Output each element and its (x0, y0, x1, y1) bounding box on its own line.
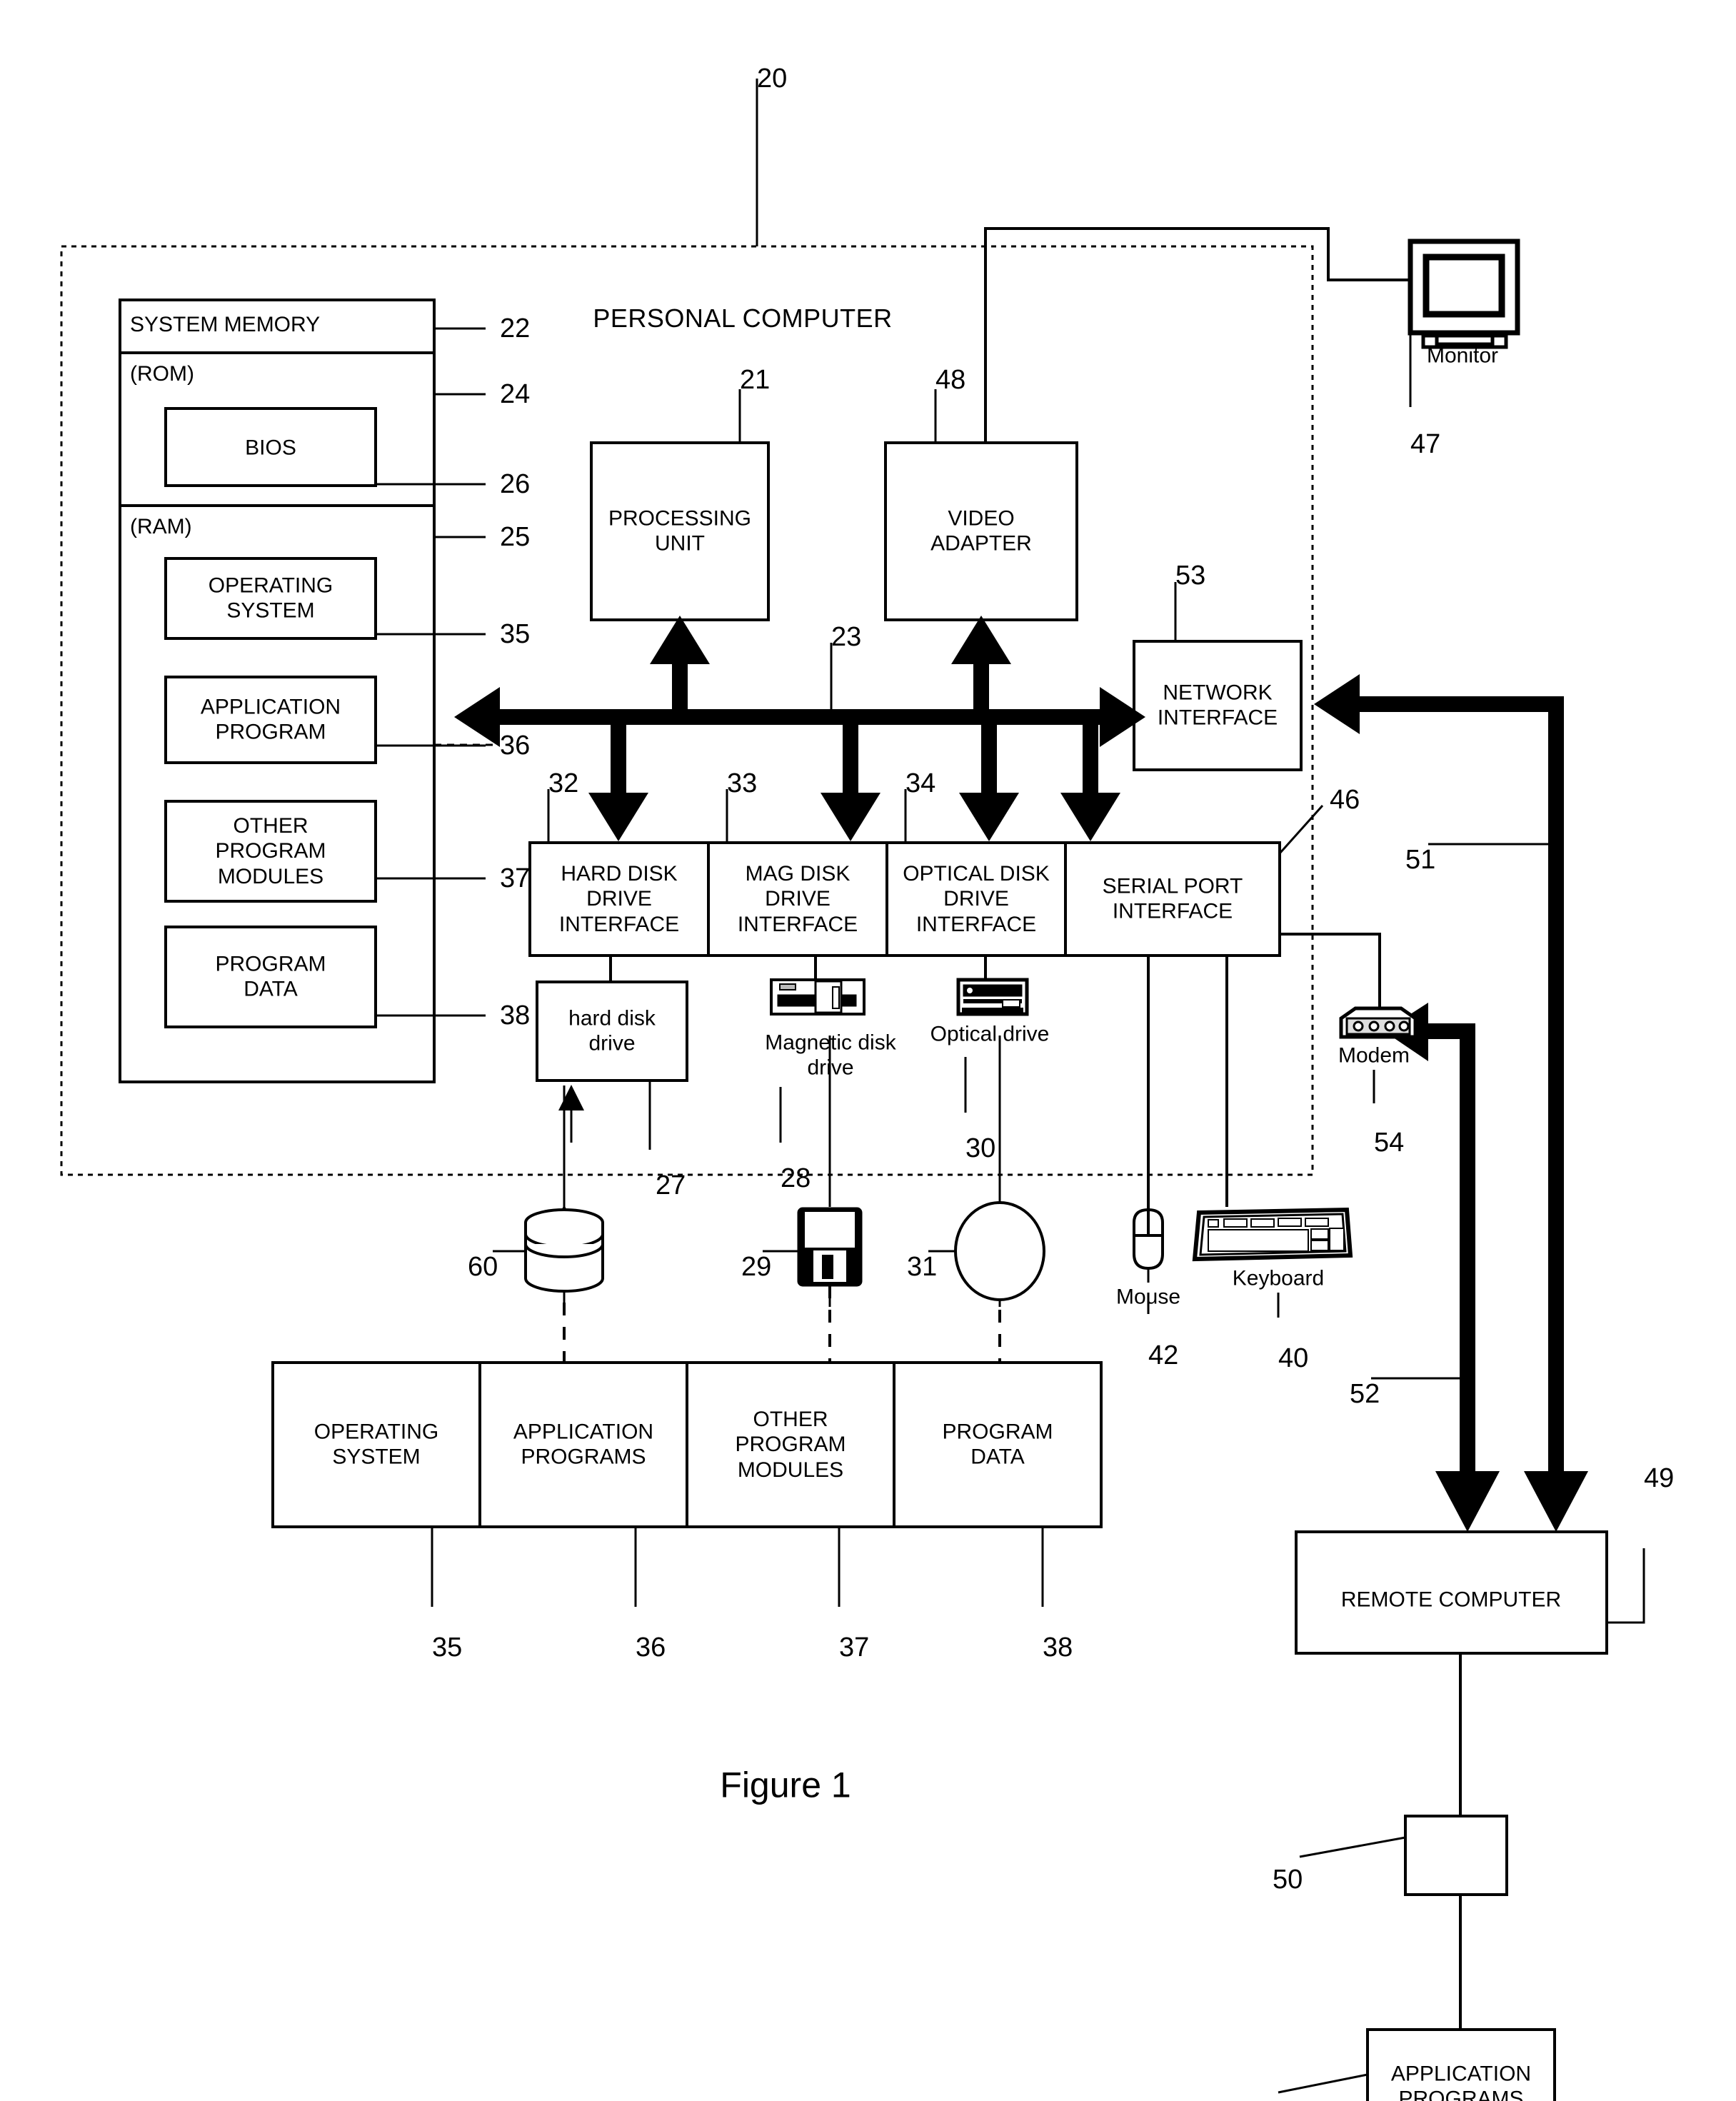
keyboard-label: Keyboard (1232, 1266, 1325, 1290)
wan-vertical-bar (1460, 1039, 1475, 1503)
ref-20: 20 (757, 64, 788, 94)
leader-36-remote (1278, 2073, 1368, 2094)
ref-33: 33 (727, 768, 758, 798)
serial-port-interface-label: SERIAL PORT INTERFACE (1102, 874, 1243, 923)
storage-cell-other-program-modules: OTHER PROGRAM MODULES (735, 1407, 846, 1482)
system-bus-bar (471, 709, 1128, 725)
ref-38-memory: 38 (500, 1001, 531, 1031)
page-title: PERSONAL COMPUTER (593, 304, 893, 333)
ref-25: 25 (500, 522, 531, 552)
ref-46: 46 (1330, 785, 1360, 815)
magnetic-disk-drive-icon (770, 978, 866, 1016)
patent-figure-page: 20 PERSONAL COMPUTER SYSTEM MEMORY 22 (R… (0, 0, 1736, 2101)
floppy-disk-icon (797, 1207, 863, 1287)
optical-disc-icon (954, 1201, 1045, 1301)
system-memory-header: SYSTEM MEMORY (130, 313, 321, 336)
monitor-label: Monitor (1426, 344, 1499, 368)
ref-47: 47 (1410, 429, 1441, 459)
bus-branch-hdd-stem (611, 723, 626, 795)
bus-branch-cpu-arrow (650, 616, 710, 664)
ref-51: 51 (1405, 845, 1436, 875)
optical-drive-label: Optical drive (930, 1022, 1050, 1046)
lan-horizontal-bar (1343, 696, 1557, 712)
hard-disk-drive-label: hard disk drive (568, 1006, 656, 1055)
leader-50 (1299, 1836, 1406, 1858)
ref-35-table: 35 (432, 1633, 463, 1663)
leader-46 (1278, 804, 1324, 855)
bus-branch-serial-arrow (1060, 793, 1120, 841)
storage-cell-application-programs: APPLICATION PROGRAMS (513, 1420, 654, 1469)
figure-caption: Figure 1 (720, 1765, 851, 1805)
network-interface-label: NETWORK INTERFACE (1157, 681, 1278, 730)
memory-item-operating-system: OPERATING SYSTEM (208, 573, 333, 623)
bus-branch-opt-stem (981, 723, 997, 795)
lan-arrow-into-remote (1524, 1471, 1588, 1532)
monitor-icon (1408, 239, 1520, 349)
ref-34: 34 (905, 768, 936, 798)
ref-31: 31 (907, 1252, 938, 1282)
ref-52: 52 (1350, 1379, 1380, 1409)
ref-48: 48 (935, 365, 966, 395)
magnetic-disk-drive-label: Magnetic disk drive (765, 1031, 896, 1080)
ref-27: 27 (656, 1170, 686, 1200)
ref-49: 49 (1644, 1463, 1675, 1493)
ref-36-table: 36 (636, 1633, 666, 1663)
ref-24: 24 (500, 379, 531, 409)
hard-disk-drive-interface-label: HARD DISK DRIVE INTERFACE (558, 861, 680, 936)
ref-36-memory: 36 (500, 731, 531, 761)
hard-disk-platter-icon (524, 1208, 604, 1293)
ram-label: (RAM) (130, 515, 192, 538)
ref-32: 32 (548, 768, 579, 798)
ref-38-table: 38 (1043, 1633, 1073, 1663)
ref-23: 23 (831, 622, 862, 652)
memory-item-program-data: PROGRAM DATA (215, 952, 326, 1001)
remote-storage-box (1404, 1815, 1508, 1896)
modem-label: Modem (1338, 1043, 1410, 1068)
ref-28: 28 (781, 1163, 811, 1193)
memory-item-other-program-modules: OTHER PROGRAM MODULES (215, 813, 326, 888)
mouse-label: Mouse (1115, 1285, 1181, 1309)
ref-53: 53 (1175, 561, 1206, 591)
ref-30: 30 (965, 1133, 996, 1163)
wan-arrow-into-remote-2 (1435, 1471, 1500, 1532)
modem-icon (1339, 1006, 1418, 1039)
optical-drive-icon (956, 978, 1029, 1016)
bus-branch-video-arrow (951, 616, 1011, 664)
bus-branch-opt-arrow (959, 793, 1019, 841)
remote-application-programs-label: APPLICATION PROGRAMS (1390, 2062, 1532, 2101)
ref-21: 21 (740, 365, 771, 395)
bus-branch-hdd-arrow (588, 793, 648, 841)
ref-60: 60 (468, 1252, 498, 1282)
ref-54: 54 (1374, 1128, 1405, 1158)
memory-item-application-program: APPLICATION PROGRAM (200, 695, 341, 744)
leader-49 (1607, 1548, 1645, 1624)
bus-branch-mag-stem (843, 723, 858, 795)
ref-40: 40 (1278, 1343, 1309, 1373)
ref-22: 22 (500, 314, 531, 344)
mag-disk-drive-interface-label: MAG DISK DRIVE INTERFACE (737, 861, 858, 936)
bus-arrow-left (454, 687, 500, 747)
video-to-monitor-line (984, 227, 1410, 443)
ref-37-table: 37 (839, 1633, 870, 1663)
ref-35-memory: 35 (500, 619, 531, 649)
video-adapter-label: VIDEO ADAPTER (930, 506, 1032, 556)
rom-label: (ROM) (130, 362, 194, 386)
bus-branch-serial-stem (1083, 723, 1098, 795)
remote-computer-label: REMOTE COMPUTER (1340, 1588, 1562, 1612)
bus-branch-mag-arrow (821, 793, 880, 841)
ref-37-memory: 37 (500, 863, 531, 893)
mouse-icon (1133, 1208, 1164, 1283)
ref-42: 42 (1148, 1340, 1179, 1370)
ref-29: 29 (741, 1252, 772, 1282)
bios-label: BIOS (245, 436, 296, 460)
storage-cell-program-data: PROGRAM DATA (942, 1420, 1053, 1469)
lan-arrow-into-network (1314, 674, 1360, 734)
storage-cell-operating-system: OPERATING SYSTEM (313, 1420, 439, 1469)
keyboard-icon (1192, 1207, 1353, 1262)
ref-26: 26 (500, 469, 531, 499)
ref-50: 50 (1273, 1865, 1303, 1895)
optical-disk-drive-interface-label: OPTICAL DISK DRIVE INTERFACE (903, 861, 1050, 936)
lan-vertical-bar (1548, 696, 1564, 1503)
processing-unit-label: PROCESSING UNIT (608, 506, 752, 556)
